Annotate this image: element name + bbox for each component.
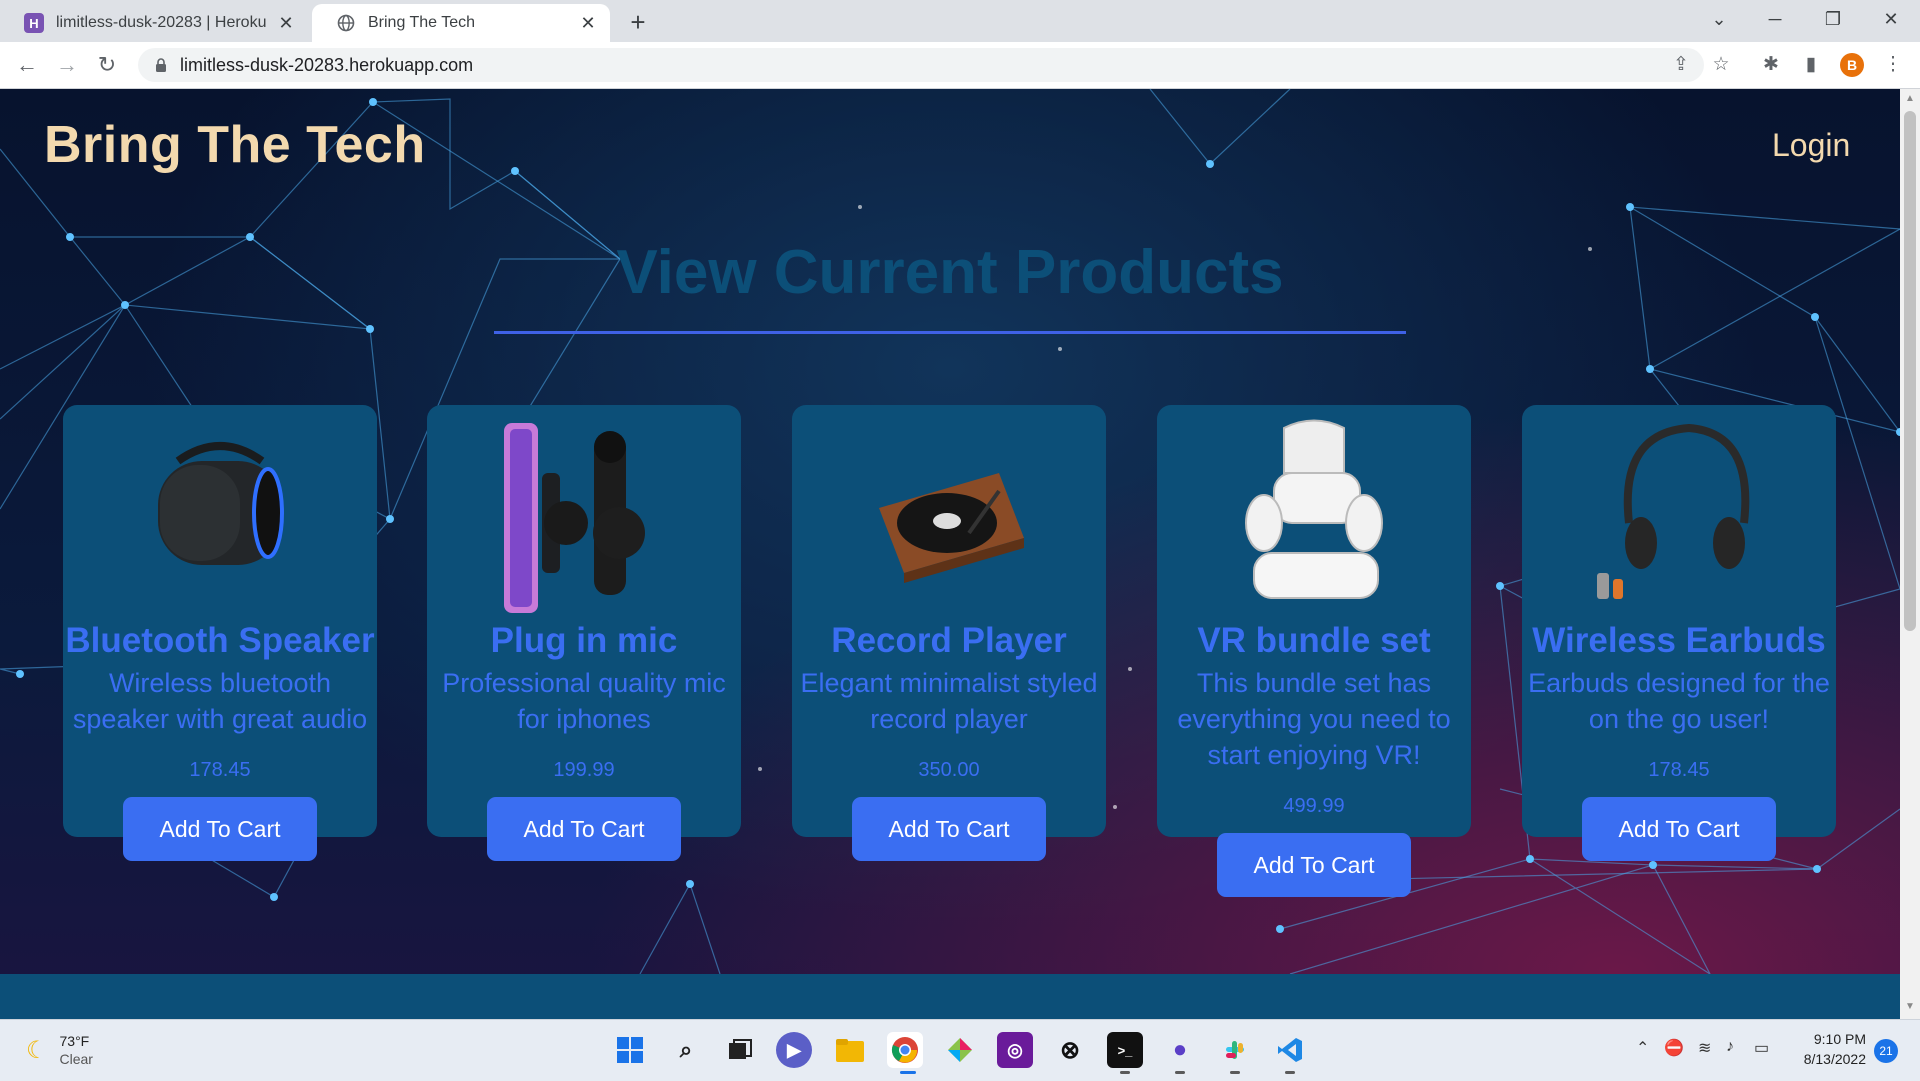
slack-icon[interactable]	[1217, 1032, 1253, 1068]
page-title: View Current Products	[616, 238, 1284, 307]
page-viewport: Bring The Tech Login View Current Produc…	[0, 89, 1900, 1019]
forward-icon[interactable]: →	[52, 50, 82, 80]
tab-title: Bring The Tech	[368, 14, 476, 31]
moon-app-icon[interactable]: ●	[1162, 1032, 1198, 1068]
scroll-down-icon[interactable]: ▼	[1900, 1001, 1920, 1012]
product-name: Plug in mic	[490, 621, 678, 660]
product-card-plug-in-mic: Plug in mic Professional quality mic for…	[427, 405, 741, 861]
volume-icon[interactable]: ♪	[1726, 1038, 1734, 1056]
scroll-up-icon[interactable]: ▲	[1900, 93, 1920, 104]
tab-title: limitless-dusk-20283 | Heroku	[56, 14, 267, 31]
product-description: Professional quality mic for iphones	[442, 668, 726, 734]
xbox-icon[interactable]: ⊗	[1052, 1032, 1088, 1068]
product-card-wireless-earbuds: Wireless Earbuds Earbuds designed for th…	[1522, 405, 1836, 861]
product-price: 178.45	[189, 759, 251, 781]
vscode-icon[interactable]	[1272, 1032, 1308, 1068]
add-to-cart-button[interactable]: Add To Cart	[1582, 797, 1776, 861]
url-text: limitless-dusk-20283.herokuapp.com	[180, 54, 474, 75]
clock-time: 9:10 PM	[1813, 1031, 1866, 1047]
weather-widget[interactable]: ☾ 73°F Clear	[26, 1032, 93, 1068]
product-price: 499.99	[1283, 795, 1345, 817]
windows-start-icon[interactable]	[612, 1032, 648, 1068]
photo-app-icon[interactable]: ◎	[997, 1032, 1033, 1068]
terminal-icon[interactable]: >_	[1107, 1032, 1143, 1068]
vscode-running-indicator	[1285, 1071, 1295, 1074]
battery-icon[interactable]: ▭	[1754, 1038, 1769, 1058]
pinned-app-icon[interactable]	[942, 1032, 978, 1068]
weather-temperature: 73°F	[59, 1033, 90, 1049]
search-icon[interactable]: ⌕	[668, 1032, 704, 1068]
file-explorer-icon[interactable]	[832, 1032, 868, 1068]
plug-in-mic-image	[504, 423, 645, 613]
terminal-running-indicator	[1120, 1071, 1130, 1074]
add-to-cart-button[interactable]: Add To Cart	[487, 797, 681, 861]
tab-heroku[interactable]: H limitless-dusk-20283 | Heroku ✕	[0, 4, 308, 42]
product-price: 178.45	[1648, 759, 1710, 781]
weather-description: Clear	[59, 1051, 93, 1067]
page-scrollbar[interactable]: ▲ ▼	[1900, 89, 1920, 1019]
product-description: Earbuds designed for the on the go user!	[1528, 668, 1830, 734]
globe-icon	[336, 13, 356, 33]
browser-tab-strip: H limitless-dusk-20283 | Heroku ✕ Bring …	[0, 0, 1920, 42]
wireless-earbuds-image	[1597, 423, 1750, 599]
product-name: Record Player	[831, 621, 1067, 660]
new-tab-button[interactable]: +	[622, 6, 654, 38]
security-icon[interactable]: ⛔	[1664, 1038, 1684, 1058]
system-clock[interactable]: 9:10 PM 8/13/2022	[1790, 1029, 1866, 1069]
minimize-button[interactable]: ─	[1746, 0, 1804, 38]
share-icon[interactable]: ⇪	[1668, 52, 1694, 78]
scrollbar-thumb[interactable]	[1904, 111, 1916, 631]
product-price: 350.00	[918, 759, 980, 781]
wifi-icon[interactable]: ≋	[1698, 1038, 1711, 1058]
product-card-vr-bundle: VR bundle set This bundle set has everyt…	[1157, 405, 1471, 897]
vr-bundle-image	[1245, 419, 1383, 599]
add-to-cart-button[interactable]: Add To Cart	[1217, 833, 1411, 897]
close-tab-icon[interactable]: ✕	[276, 13, 296, 34]
product-card-bluetooth-speaker: Bluetooth Speaker Wireless bluetooth spe…	[63, 405, 377, 861]
close-tab-icon[interactable]: ✕	[578, 13, 598, 34]
tab-bring-the-tech[interactable]: Bring The Tech ✕	[312, 4, 610, 42]
chrome-active-indicator	[900, 1071, 916, 1074]
product-name: Wireless Earbuds	[1532, 621, 1826, 660]
close-window-button[interactable]: ✕	[1862, 0, 1920, 38]
product-card-record-player: Record Player Elegant minimalist styled …	[792, 405, 1106, 861]
show-hidden-icons-icon[interactable]: ⌃	[1636, 1038, 1649, 1058]
bookmark-star-icon[interactable]: ☆	[1708, 52, 1734, 78]
product-price: 199.99	[553, 759, 615, 781]
footer-band	[0, 974, 1900, 1019]
side-panel-icon[interactable]: ▮	[1798, 52, 1824, 78]
chrome-icon[interactable]	[887, 1032, 923, 1068]
record-player-image	[879, 473, 1024, 583]
reload-icon[interactable]: ↻	[92, 50, 122, 80]
login-link[interactable]: Login	[1772, 127, 1850, 164]
product-description: Wireless bluetooth speaker with great au…	[72, 668, 368, 734]
product-description: This bundle set has everything you need …	[1177, 668, 1451, 770]
product-name: VR bundle set	[1197, 621, 1431, 660]
chat-icon[interactable]: ▶	[776, 1032, 812, 1068]
heading-divider	[494, 331, 1406, 334]
heroku-icon: H	[24, 13, 44, 33]
moon-app-running-indicator	[1175, 1071, 1185, 1074]
menu-icon[interactable]: ⋮	[1880, 52, 1906, 78]
task-view-icon[interactable]	[722, 1032, 758, 1068]
browser-toolbar: ← → ↻ limitless-dusk-20283.herokuapp.com…	[0, 42, 1920, 89]
moon-icon: ☾	[26, 1036, 48, 1064]
lock-icon	[156, 58, 166, 72]
product-description: Elegant minimalist styled record player	[800, 668, 1098, 734]
address-bar[interactable]: limitless-dusk-20283.herokuapp.com	[138, 48, 1704, 82]
slack-running-indicator	[1230, 1071, 1240, 1074]
brand-logo[interactable]: Bring The Tech	[44, 115, 426, 175]
extensions-icon[interactable]: ✱	[1758, 52, 1784, 78]
notification-badge[interactable]: 21	[1874, 1039, 1898, 1063]
restore-button[interactable]: ❐	[1804, 0, 1862, 38]
bluetooth-speaker-image	[158, 442, 284, 565]
add-to-cart-button[interactable]: Add To Cart	[852, 797, 1046, 861]
add-to-cart-button[interactable]: Add To Cart	[123, 797, 317, 861]
product-name: Bluetooth Speaker	[65, 621, 375, 660]
clock-date: 8/13/2022	[1803, 1051, 1866, 1067]
taskbar: ☾ 73°F Clear ⌕ ▶ ◎ ⊗ >_ ● ⌃ ⛔ ≋ ♪ ▭ 9:10…	[0, 1019, 1920, 1081]
back-icon[interactable]: ←	[12, 50, 42, 80]
tab-search-icon[interactable]: ⌄	[1690, 0, 1748, 38]
profile-avatar[interactable]: B	[1840, 53, 1864, 77]
